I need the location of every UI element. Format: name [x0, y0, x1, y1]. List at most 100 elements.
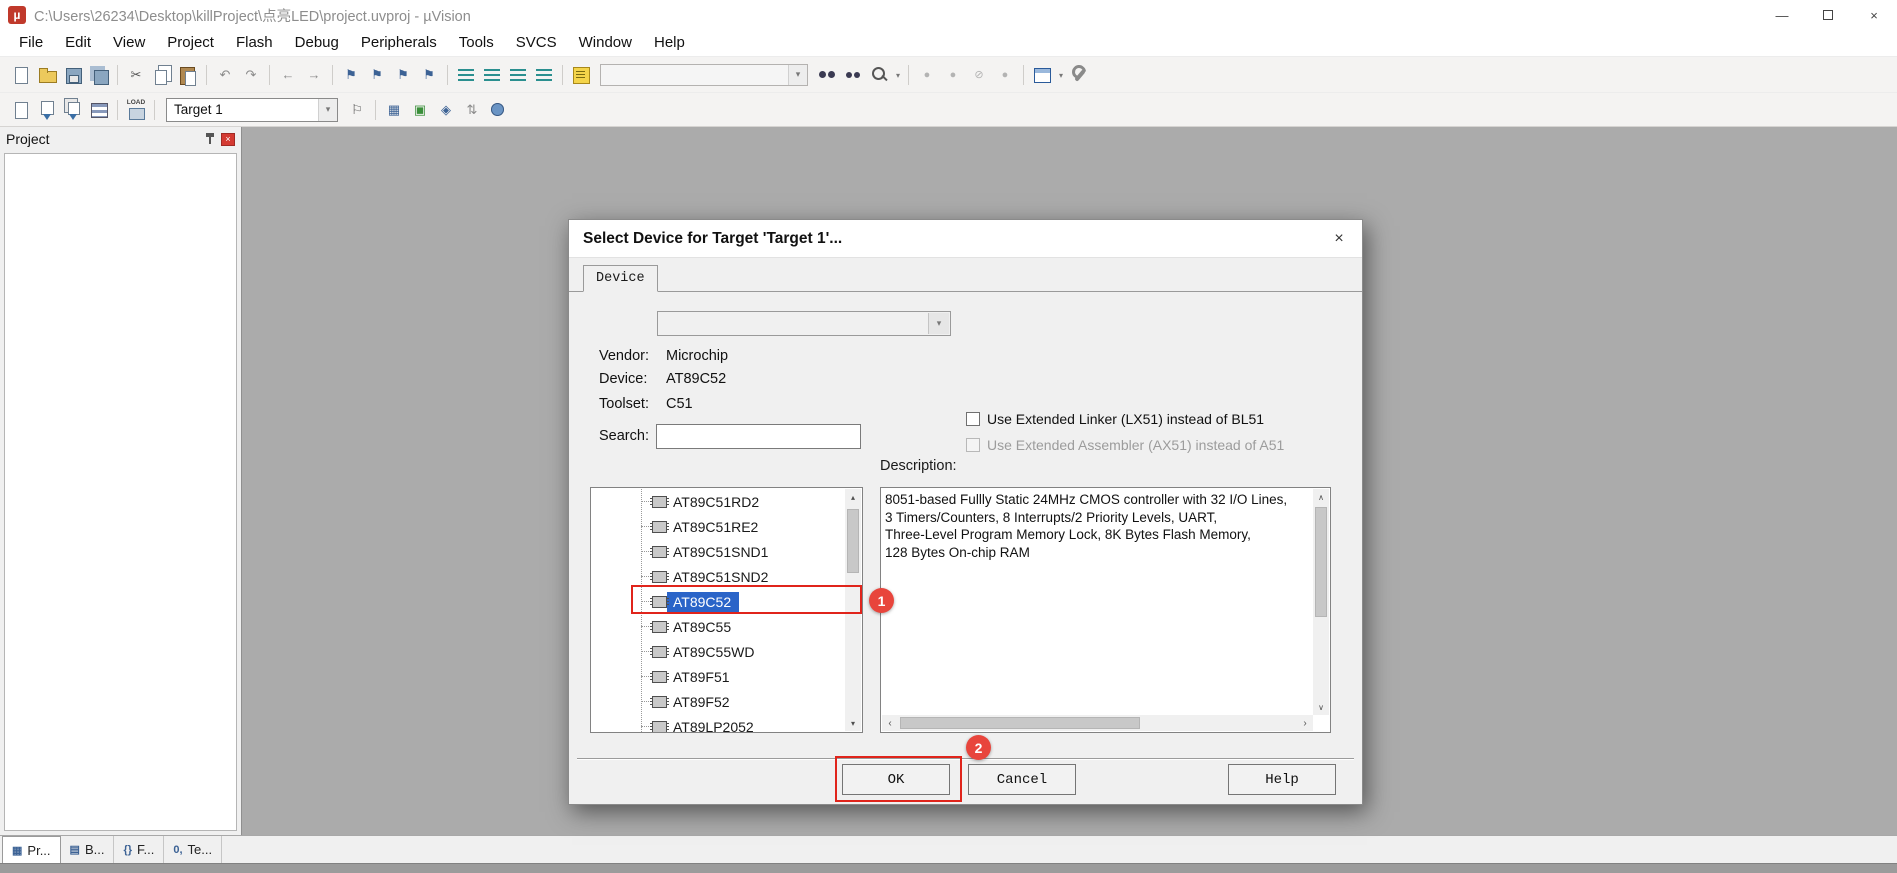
zoom-icon[interactable]: ▾ [867, 63, 891, 87]
scroll-down-icon[interactable]: ▾ [845, 715, 861, 731]
chevron-down-icon[interactable]: ▾ [928, 313, 949, 334]
undo-icon[interactable]: ↶ [213, 63, 237, 87]
menu-help[interactable]: Help [643, 30, 696, 56]
scroll-right-icon[interactable]: › [1297, 715, 1313, 731]
paste-icon[interactable] [176, 63, 200, 87]
menu-window[interactable]: Window [568, 30, 643, 56]
manage-project-items-icon[interactable]: ▦ [382, 98, 406, 122]
menu-svcs[interactable]: SVCS [505, 30, 568, 56]
cut-icon[interactable]: ✂ [124, 63, 148, 87]
configure-watch-icon[interactable] [569, 63, 593, 87]
redo-icon[interactable]: ↷ [239, 63, 263, 87]
batch-build-icon[interactable] [87, 98, 111, 122]
device-list[interactable]: AT89C51RD2AT89C51RE2AT89C51SND1AT89C51SN… [590, 487, 863, 733]
description-vscrollbar[interactable]: ∧ ∨ [1313, 489, 1329, 715]
bookmark-toggle-icon[interactable]: ⚑ [339, 63, 363, 87]
device-list-item[interactable]: AT89C51SND2 [591, 564, 845, 589]
panel-close-icon[interactable]: × [221, 133, 235, 146]
chevron-down-icon[interactable]: ▾ [1059, 71, 1063, 80]
build-icon[interactable] [35, 98, 59, 122]
comment-icon[interactable] [506, 63, 530, 87]
nav-back-icon[interactable]: ← [276, 63, 300, 87]
device-list-item[interactable]: AT89F52 [591, 689, 845, 714]
window-layout-icon[interactable]: ▾ [1030, 63, 1054, 87]
new-file-icon[interactable] [9, 63, 33, 87]
menu-project[interactable]: Project [156, 30, 225, 56]
indent-icon[interactable] [480, 63, 504, 87]
bookmark-clear-icon[interactable]: ⚑ [417, 63, 441, 87]
description-hscrollbar[interactable]: ‹ › [882, 715, 1313, 731]
scroll-up-icon[interactable]: ∧ [1313, 489, 1329, 505]
bookmark-prev-icon[interactable]: ⚑ [365, 63, 389, 87]
bottom-tab-templates[interactable]: 0,Te... [164, 836, 222, 863]
chevron-down-icon[interactable]: ▾ [318, 99, 337, 121]
scroll-up-icon[interactable]: ▴ [845, 489, 861, 505]
books-icon[interactable] [486, 98, 510, 122]
chevron-down-icon[interactable]: ▾ [896, 71, 900, 80]
scroll-left-icon[interactable]: ‹ [882, 715, 898, 731]
pin-icon[interactable] [204, 133, 216, 145]
scroll-thumb[interactable] [847, 509, 859, 573]
breakpoint-enable-icon[interactable]: ● [941, 63, 965, 87]
ok-button[interactable]: OK [842, 764, 950, 795]
dialog-close-icon[interactable]: × [1316, 220, 1362, 257]
pack-installer-icon[interactable]: ⇅ [460, 98, 484, 122]
configure-icon[interactable] [1067, 63, 1091, 87]
menu-tools[interactable]: Tools [448, 30, 505, 56]
find-icon[interactable] [841, 63, 865, 87]
find-combobox[interactable]: ▾ [600, 64, 808, 86]
minimize-button[interactable]: — [1759, 0, 1805, 30]
help-button[interactable]: Help [1228, 764, 1336, 795]
device-list-item[interactable]: AT89C51SND1 [591, 539, 845, 564]
extended-linker-checkbox[interactable]: Use Extended Linker (LX51) instead of BL… [966, 410, 1264, 428]
checkbox-icon[interactable] [966, 412, 980, 426]
unindent-icon[interactable] [454, 63, 478, 87]
target-combobox[interactable]: Target 1▾ [166, 98, 338, 122]
device-list-item[interactable]: AT89C51RE2 [591, 514, 845, 539]
scroll-down-icon[interactable]: ∨ [1313, 699, 1329, 715]
maximize-button[interactable] [1805, 0, 1851, 30]
menu-flash[interactable]: Flash [225, 30, 284, 56]
options-for-target-icon[interactable]: ⚐ [345, 98, 369, 122]
download-icon[interactable]: LOAD [124, 98, 148, 122]
rebuild-icon[interactable] [61, 98, 85, 122]
bookmark-next-icon[interactable]: ⚑ [391, 63, 415, 87]
device-list-item[interactable]: AT89C52 [591, 589, 845, 614]
open-folder-icon[interactable] [35, 63, 59, 87]
bottom-tab-project[interactable]: ▦Pr... [2, 836, 61, 863]
nav-forward-icon[interactable]: → [302, 63, 326, 87]
device-list-item[interactable]: AT89C55WD [591, 639, 845, 664]
menu-file[interactable]: File [8, 30, 54, 56]
breakpoint-insert-icon[interactable]: ● [915, 63, 939, 87]
project-panel-body[interactable] [4, 153, 237, 831]
device-list-item[interactable]: AT89LP2052 [591, 714, 845, 732]
find-in-files-icon[interactable] [815, 63, 839, 87]
translate-icon[interactable] [9, 98, 33, 122]
description-box[interactable]: 8051-based Fullly Static 24MHz CMOS cont… [880, 487, 1331, 733]
menu-debug[interactable]: Debug [284, 30, 350, 56]
uncomment-icon[interactable] [532, 63, 556, 87]
device-list-scrollbar[interactable]: ▴ ▾ [845, 489, 861, 731]
bottom-tab-books[interactable]: ▤B... [61, 836, 115, 863]
manage-rte-icon[interactable]: ▣ [408, 98, 432, 122]
menu-view[interactable]: View [102, 30, 156, 56]
device-list-item[interactable]: AT89C51RD2 [591, 489, 845, 514]
device-list-item[interactable]: AT89F51 [591, 664, 845, 689]
bottom-tab-functions[interactable]: {}F... [114, 836, 164, 863]
save-all-icon[interactable] [87, 63, 111, 87]
scroll-thumb[interactable] [1315, 507, 1327, 617]
select-packs-icon[interactable]: ◈ [434, 98, 458, 122]
cancel-button[interactable]: Cancel [968, 764, 1076, 795]
breakpoint-disable-icon[interactable]: ⊘ [967, 63, 991, 87]
cpu-dropdown[interactable]: ▾ [657, 311, 951, 336]
device-list-item[interactable]: AT89C55 [591, 614, 845, 639]
scroll-thumb[interactable] [900, 717, 1140, 729]
chevron-down-icon[interactable]: ▾ [788, 65, 807, 85]
copy-icon[interactable] [150, 63, 174, 87]
close-button[interactable]: × [1851, 0, 1897, 30]
search-input[interactable] [656, 424, 861, 449]
menu-edit[interactable]: Edit [54, 30, 102, 56]
menu-peripherals[interactable]: Peripherals [350, 30, 448, 56]
tab-device[interactable]: Device [583, 265, 658, 292]
save-icon[interactable] [61, 63, 85, 87]
